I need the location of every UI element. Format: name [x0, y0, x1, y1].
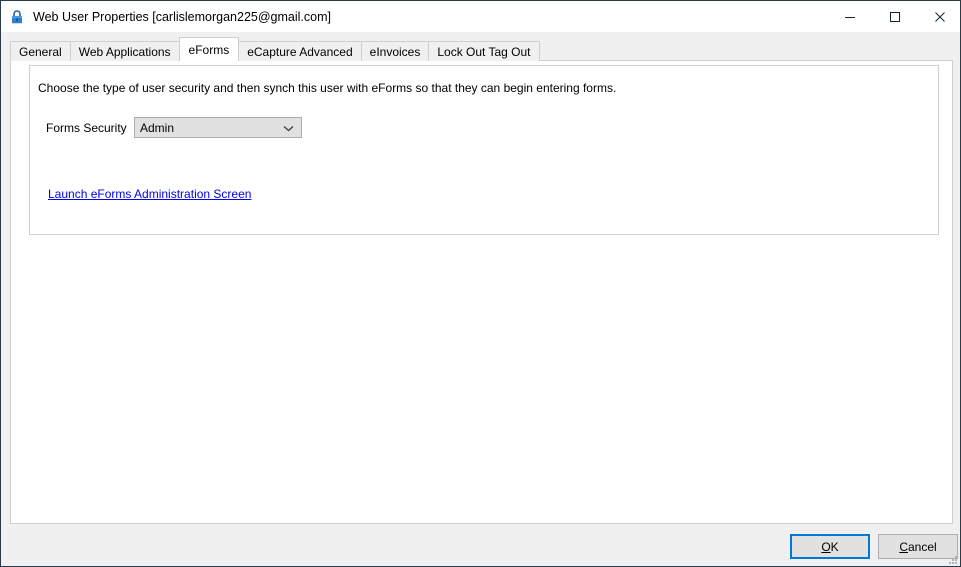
window-title: Web User Properties [carlislemorgan225@g…: [33, 9, 331, 24]
tab-label: General: [19, 44, 62, 59]
ok-accel: O: [821, 539, 831, 554]
lock-icon: [9, 9, 25, 25]
tab-label: eForms: [188, 42, 230, 57]
close-button[interactable]: [917, 1, 960, 32]
cancel-accel: C: [899, 539, 908, 554]
close-icon: [934, 11, 946, 23]
tab-label: Lock Out Tag Out: [437, 44, 531, 59]
tab-eforms[interactable]: eForms: [178, 37, 240, 62]
maximize-button[interactable]: [872, 1, 917, 32]
ok-button[interactable]: OK: [790, 534, 870, 559]
tab-label: Web Applications: [78, 44, 171, 59]
tab-web-applications[interactable]: Web Applications: [69, 41, 180, 61]
launch-eforms-administration-link[interactable]: Launch eForms Administration Screen: [48, 187, 251, 201]
forms-security-row: Forms Security Admin: [46, 117, 302, 138]
forms-security-value: Admin: [140, 120, 175, 135]
minimize-icon: [844, 11, 856, 23]
cancel-button[interactable]: Cancel: [878, 534, 958, 559]
chevron-down-icon: [283, 119, 294, 137]
tab-general[interactable]: General: [10, 41, 71, 61]
tab-lock-out-tag-out[interactable]: Lock Out Tag Out: [428, 41, 540, 61]
forms-security-label: Forms Security: [46, 120, 127, 135]
window-controls: [827, 1, 960, 32]
resize-grip[interactable]: [947, 553, 959, 565]
tab-ecapture-advanced[interactable]: eCapture Advanced: [238, 41, 362, 61]
tab-label: eInvoices: [369, 44, 421, 59]
instructions-text: Choose the type of user security and the…: [38, 81, 617, 95]
cancel-label-rest: ancel: [907, 539, 937, 554]
web-user-properties-dialog: Web User Properties [carlislemorgan225@g…: [0, 0, 961, 567]
tab-strip: General Web Applications eForms eCapture…: [10, 37, 540, 62]
dialog-footer: OK Cancel: [1, 524, 960, 566]
forms-security-dropdown[interactable]: Admin: [134, 117, 302, 138]
minimize-button[interactable]: [827, 1, 872, 32]
title-bar[interactable]: Web User Properties [carlislemorgan225@g…: [1, 1, 960, 32]
maximize-icon: [889, 11, 901, 23]
eforms-tab-page: Choose the type of user security and the…: [10, 60, 953, 524]
tab-einvoices[interactable]: eInvoices: [360, 41, 430, 61]
tab-label: eCapture Advanced: [247, 44, 353, 59]
eforms-settings-panel: Choose the type of user security and the…: [29, 65, 939, 235]
ok-label-rest: K: [830, 539, 839, 554]
title-bar-left: Web User Properties [carlislemorgan225@g…: [9, 1, 331, 32]
